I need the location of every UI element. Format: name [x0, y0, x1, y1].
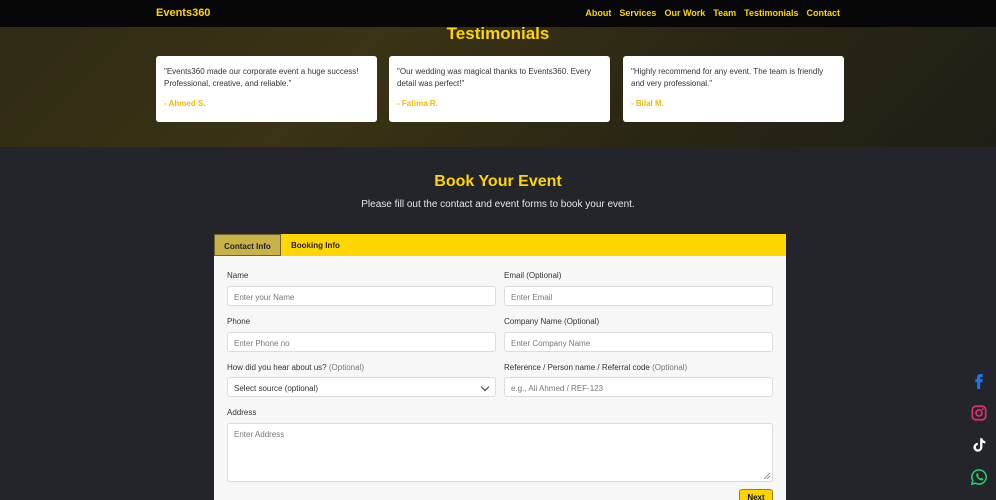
phone-input[interactable]: Enter Phone no	[227, 332, 496, 352]
reference-optional-hint: (Optional)	[652, 363, 688, 372]
nav-link-team[interactable]: Team	[713, 8, 736, 18]
email-label: Email (Optional)	[504, 271, 562, 280]
company-input[interactable]: Enter Company Name	[504, 332, 773, 352]
source-label-text: How did you hear about us?	[227, 363, 327, 372]
phone-label: Phone	[227, 317, 251, 326]
testimonial-quote: "Our wedding was magical thanks to Event…	[397, 67, 592, 88]
testimonial-author: - Ahmed S.	[164, 99, 206, 108]
source-label: How did you hear about us? (Optional)	[227, 363, 364, 372]
testimonial-quote: "Highly recommend for any event. The tea…	[631, 67, 824, 88]
tab-contact-info[interactable]: Contact Info	[214, 234, 281, 256]
testimonial-quote: "Events360 made our corporate event a hu…	[164, 67, 359, 88]
chevron-down-icon	[480, 382, 490, 392]
email-input[interactable]: Enter Email	[504, 286, 773, 306]
nav-links: About Services Our Work Team Testimonial…	[585, 8, 840, 18]
address-label: Address	[227, 408, 257, 417]
booking-section: Book Your Event Please fill out the cont…	[0, 147, 996, 500]
next-button[interactable]: Next	[739, 489, 773, 500]
booking-title: Book Your Event	[434, 173, 562, 190]
address-placeholder: Enter Address	[234, 430, 285, 439]
booking-form: Contact Info Booking Info Name Enter you…	[214, 234, 786, 500]
reference-label-text: Reference / Person name / Referral code	[504, 363, 650, 372]
testimonials-title: Testimonials	[446, 24, 550, 43]
testimonial-card: "Events360 made our corporate event a hu…	[156, 56, 377, 122]
testimonials-section: Testimonials "Events360 made our corpora…	[0, 24, 996, 147]
source-selected-value: Select source (optional)	[234, 384, 319, 393]
source-select[interactable]: Select source (optional)	[227, 377, 496, 397]
resize-handle-icon[interactable]	[764, 473, 770, 479]
navbar: Events360 About Services Our Work Team T…	[0, 0, 996, 27]
nav-link-testimonials[interactable]: Testimonials	[744, 8, 798, 18]
address-textarea[interactable]: Enter Address	[227, 423, 773, 482]
nav-link-our-work[interactable]: Our Work	[664, 8, 705, 18]
brand-logo[interactable]: Events360	[156, 7, 210, 19]
nav-link-services[interactable]: Services	[619, 8, 656, 18]
testimonial-author: - Fatima R.	[397, 99, 438, 108]
tab-booking-info[interactable]: Booking Info	[291, 234, 340, 256]
facebook-icon[interactable]	[970, 371, 988, 389]
tiktok-icon[interactable]	[970, 436, 988, 454]
whatsapp-icon[interactable]	[970, 468, 988, 486]
reference-input[interactable]: e.g., Ali Ahmed / REF-123	[504, 377, 773, 397]
testimonial-card: "Highly recommend for any event. The tea…	[623, 56, 844, 122]
source-optional-hint: (Optional)	[328, 363, 364, 372]
booking-subtitle: Please fill out the contact and event fo…	[361, 199, 635, 210]
name-input[interactable]: Enter your Name	[227, 286, 496, 306]
reference-label: Reference / Person name / Referral code …	[504, 363, 687, 372]
form-tab-bar: Contact Info Booking Info	[214, 234, 786, 256]
name-label: Name	[227, 271, 249, 280]
nav-link-about[interactable]: About	[585, 8, 611, 18]
nav-link-contact[interactable]: Contact	[807, 8, 841, 18]
instagram-icon[interactable]	[970, 404, 988, 422]
testimonial-card: "Our wedding was magical thanks to Event…	[389, 56, 610, 122]
company-label: Company Name (Optional)	[504, 317, 600, 326]
testimonial-author: - Bilal M.	[631, 99, 664, 108]
